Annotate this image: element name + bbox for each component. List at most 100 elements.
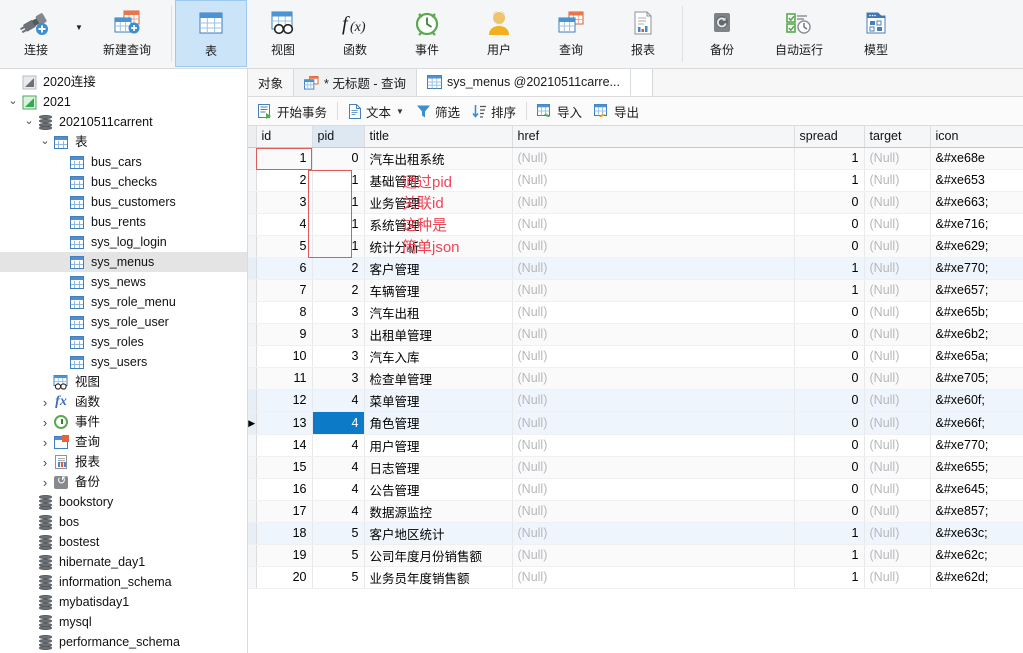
cell-href[interactable]: (Null) [512, 544, 795, 567]
ribbon-button-view[interactable]: 视图 [247, 0, 319, 67]
row-indicator-cell[interactable] [248, 345, 257, 368]
cell-href[interactable]: (Null) [512, 500, 795, 523]
cell-pid[interactable]: 3 [312, 323, 365, 346]
tab-sys-menus[interactable]: sys_menus @20210511carre... [416, 69, 631, 96]
column-header-pid[interactable]: pid [312, 126, 365, 148]
cell-pid[interactable]: 2 [312, 257, 365, 280]
sidebar-item-[interactable]: ⌄ 表 [0, 132, 247, 152]
cell-icon[interactable]: &#xe663; [930, 191, 1023, 214]
cell-href[interactable]: (Null) [512, 301, 795, 324]
cell-spread[interactable]: 1 [794, 147, 865, 170]
sidebar-item-bookstory[interactable]: bookstory [0, 492, 247, 512]
object-tree-sidebar[interactable]: 2020连接 ⌄ 2021 ⌄ 20210511carrent ⌄ 表 bus_cars bus… [0, 69, 248, 653]
tab-objects[interactable]: 对象 [248, 69, 295, 96]
sidebar-item-[interactable]: › 事件 [0, 412, 247, 432]
cell-icon[interactable]: &#xe857; [930, 500, 1023, 523]
table-row[interactable]: 15 4 日志管理 (Null) 0 (Null) &#xe655; [248, 456, 1023, 479]
cell-pid[interactable]: 5 [312, 522, 365, 545]
cell-title[interactable]: 车辆管理 [364, 279, 513, 302]
sidebar-item-sys_role_user[interactable]: sys_role_user [0, 312, 247, 332]
sidebar-item-[interactable]: › 报表 [0, 452, 247, 472]
chevron-right-icon[interactable]: › [38, 392, 52, 412]
begin-transaction-button[interactable]: 开始事务 [252, 99, 333, 123]
cell-pid[interactable]: 0 [312, 147, 365, 170]
cell-id[interactable]: 4 [256, 213, 313, 236]
cell-id[interactable]: 10 [256, 345, 313, 368]
cell-spread[interactable]: 0 [794, 213, 865, 236]
cell-pid[interactable]: 3 [312, 345, 365, 368]
cell-spread[interactable]: 0 [794, 500, 865, 523]
row-indicator-cell[interactable] [248, 566, 257, 589]
cell-spread[interactable]: 0 [794, 345, 865, 368]
cell-pid[interactable]: 1 [312, 191, 365, 214]
row-indicator-cell[interactable] [248, 147, 257, 170]
cell-href[interactable]: (Null) [512, 279, 795, 302]
cell-icon[interactable]: &#xe66f; [930, 411, 1023, 435]
cell-target[interactable]: (Null) [864, 345, 931, 368]
column-header-href[interactable]: href [512, 126, 795, 148]
ribbon-button-automation[interactable]: 自动运行 [758, 0, 840, 67]
cell-target[interactable]: (Null) [864, 544, 931, 567]
row-indicator-cell[interactable] [248, 522, 257, 545]
cell-target[interactable]: (Null) [864, 169, 931, 192]
sidebar-item-2021[interactable]: ⌄ 2021 [0, 92, 247, 112]
table-row[interactable]: 1 0 汽车出租系统 (Null) 1 (Null) &#xe68e [248, 147, 1023, 170]
cell-title[interactable]: 客户管理 [364, 257, 513, 280]
sidebar-item-sys_users[interactable]: sys_users [0, 352, 247, 372]
row-indicator-cell[interactable] [248, 191, 257, 214]
cell-icon[interactable]: &#xe6b2; [930, 323, 1023, 346]
ribbon-button-connect[interactable]: 连接 [0, 0, 72, 67]
cell-spread[interactable]: 0 [794, 191, 865, 214]
cell-icon[interactable]: &#xe716; [930, 213, 1023, 236]
cell-id[interactable]: 16 [256, 478, 313, 501]
cell-pid[interactable]: 5 [312, 544, 365, 567]
cell-title[interactable]: 公司年度月份销售额 [364, 544, 513, 567]
table-row[interactable]: 11 3 检查单管理 (Null) 0 (Null) &#xe705; [248, 367, 1023, 390]
row-indicator-cell[interactable]: ▶ [248, 411, 257, 435]
cell-id[interactable]: 11 [256, 367, 313, 390]
cell-href[interactable]: (Null) [512, 411, 795, 435]
cell-target[interactable]: (Null) [864, 257, 931, 280]
column-header-target[interactable]: target [864, 126, 931, 148]
table-row[interactable]: 20 5 业务员年度销售额 (Null) 1 (Null) &#xe62d; [248, 566, 1023, 589]
cell-target[interactable]: (Null) [864, 522, 931, 545]
cell-icon[interactable]: &#xe657; [930, 279, 1023, 302]
cell-title[interactable]: 角色管理 [364, 411, 513, 435]
column-header-spread[interactable]: spread [794, 126, 865, 148]
sidebar-item-hibernate_day1[interactable]: hibernate_day1 [0, 552, 247, 572]
sidebar-item-bostest[interactable]: bostest [0, 532, 247, 552]
cell-target[interactable]: (Null) [864, 456, 931, 479]
sidebar-item-2020[interactable]: 2020连接 [0, 72, 247, 92]
cell-spread[interactable]: 1 [794, 566, 865, 589]
cell-icon[interactable]: &#xe62d; [930, 566, 1023, 589]
cell-spread[interactable]: 0 [794, 434, 865, 457]
cell-spread[interactable]: 0 [794, 235, 865, 258]
cell-title[interactable]: 业务管理 [364, 191, 513, 214]
cell-icon[interactable]: &#xe629; [930, 235, 1023, 258]
chevron-down-icon[interactable]: ⌄ [38, 132, 52, 152]
ribbon-button-model[interactable]: 模型 [840, 0, 912, 67]
row-indicator-cell[interactable] [248, 235, 257, 258]
ribbon-button-event[interactable]: 事件 [391, 0, 463, 67]
cell-pid[interactable]: 4 [312, 456, 365, 479]
cell-spread[interactable]: 1 [794, 257, 865, 280]
ribbon-button-function[interactable]: f (x) 函数 [319, 0, 391, 67]
row-indicator-cell[interactable] [248, 213, 257, 236]
cell-target[interactable]: (Null) [864, 323, 931, 346]
export-button[interactable]: 导出 [588, 99, 645, 123]
cell-icon[interactable]: &#xe62c; [930, 544, 1023, 567]
cell-icon[interactable]: &#xe65b; [930, 301, 1023, 324]
cell-pid[interactable]: 4 [312, 411, 365, 435]
data-grid-container[interactable]: id pid title href spread target icon 1 0 汽车出租系统(… [248, 126, 1023, 653]
cell-target[interactable]: (Null) [864, 367, 931, 390]
sidebar-item-sys_news[interactable]: sys_news [0, 272, 247, 292]
cell-icon[interactable]: &#xe653 [930, 169, 1023, 192]
table-row[interactable]: 17 4 数据源监控 (Null) 0 (Null) &#xe857; [248, 500, 1023, 523]
table-row[interactable]: 18 5 客户地区统计 (Null) 1 (Null) &#xe63c; [248, 522, 1023, 545]
ribbon-button-user[interactable]: 用户 [463, 0, 535, 67]
cell-href[interactable]: (Null) [512, 389, 795, 412]
cell-title[interactable]: 检查单管理 [364, 367, 513, 390]
tab-untitled-query[interactable]: * 无标题 - 查询 [294, 69, 417, 96]
cell-target[interactable]: (Null) [864, 279, 931, 302]
ribbon-button-query[interactable]: 查询 [535, 0, 607, 67]
